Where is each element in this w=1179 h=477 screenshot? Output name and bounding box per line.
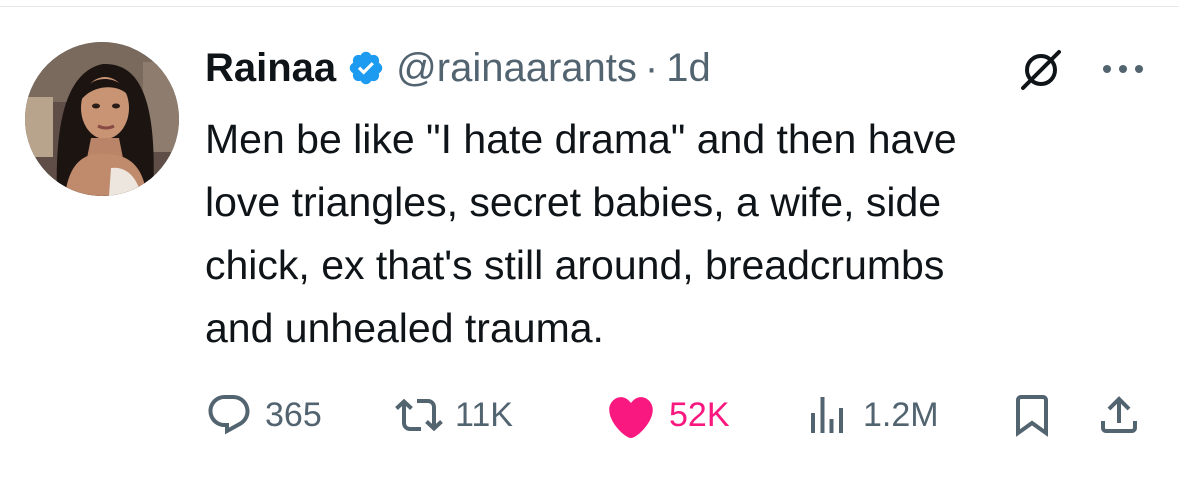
author-handle[interactable]: @rainaarants: [396, 46, 637, 91]
views-button[interactable]: 1.2M: [803, 390, 939, 440]
timestamp[interactable]: 1d: [666, 46, 711, 91]
avatar-image: [25, 42, 179, 196]
views-count: 1.2M: [863, 395, 939, 434]
views-chart-icon: [811, 397, 843, 433]
more-dots-icon[interactable]: [1100, 61, 1146, 77]
bookmark-icon: [1016, 395, 1048, 437]
repost-button[interactable]: 11K: [395, 390, 513, 440]
bookmark-button[interactable]: [1008, 390, 1056, 440]
like-button[interactable]: 52K: [605, 390, 730, 440]
action-bar: 365 11K 52K 1.2M: [205, 390, 1145, 440]
top-divider: [0, 6, 1179, 7]
separator-dot: ·: [644, 45, 659, 90]
tweet-header: Rainaa @rainaarants · 1d: [205, 40, 711, 96]
verified-badge-icon[interactable]: [347, 49, 385, 87]
grok-icon[interactable]: [1019, 48, 1063, 92]
reply-icon: [208, 395, 250, 435]
reply-button[interactable]: 365: [205, 390, 322, 440]
share-button[interactable]: [1095, 390, 1143, 440]
author-display-name[interactable]: Rainaa: [205, 46, 336, 91]
repost-count: 11K: [455, 395, 513, 434]
share-icon: [1101, 396, 1137, 433]
heart-icon: [609, 397, 653, 439]
like-count: 52K: [669, 395, 730, 434]
avatar[interactable]: [25, 42, 179, 196]
repost-icon: [395, 398, 443, 432]
tweet-text: Men be like "I hate drama" and then have…: [205, 116, 957, 351]
reply-count: 365: [265, 395, 322, 434]
